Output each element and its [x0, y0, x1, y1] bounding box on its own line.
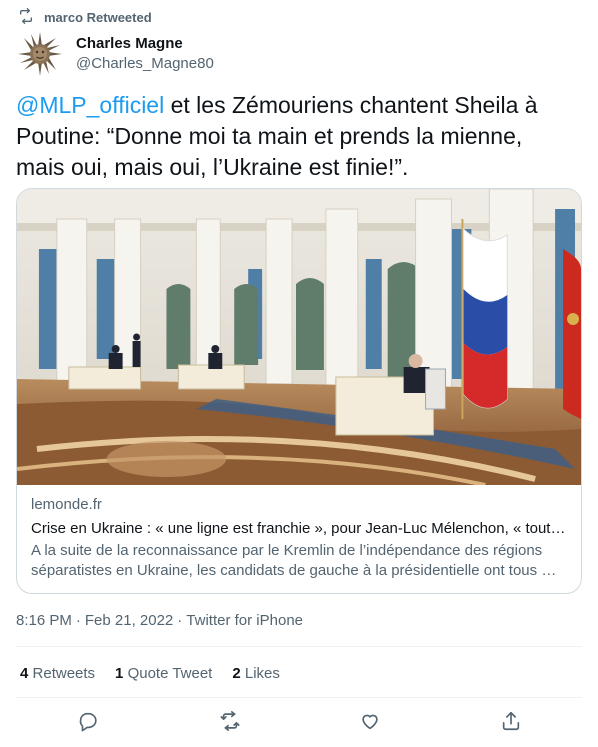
author-display-name[interactable]: Charles Magne: [76, 34, 214, 54]
author-handle[interactable]: @Charles_Magne80: [76, 54, 214, 74]
card-domain: lemonde.fr: [31, 496, 102, 513]
avatar[interactable]: [16, 30, 64, 78]
meta-separator: ·: [75, 612, 81, 629]
card-image: [17, 189, 581, 485]
reply-icon[interactable]: [77, 710, 99, 732]
meta-separator: ·: [177, 612, 183, 629]
heart-icon[interactable]: [359, 710, 381, 732]
tweet-date[interactable]: Feb 21, 2022: [85, 612, 173, 629]
tweet-text: @MLP_officiel et les Zémouriens chantent…: [16, 90, 576, 183]
share-icon[interactable]: [500, 710, 522, 732]
retweets-stat[interactable]: 4 Retweets: [20, 665, 95, 682]
mention-link[interactable]: @MLP_officiel: [16, 92, 164, 118]
tweet-stats: 4 Retweets 1 Quote Tweet 2 Likes: [20, 665, 280, 682]
divider: [16, 646, 582, 647]
tweet-time[interactable]: 8:16 PM: [16, 612, 72, 629]
link-card[interactable]: lemonde.fr Crise en Ukraine : « une lign…: [16, 188, 582, 594]
likes-stat[interactable]: 2 Likes: [232, 665, 280, 682]
retweet-banner: marco Retweeted: [18, 7, 152, 27]
action-bar: [0, 710, 598, 738]
tweet-source[interactable]: Twitter for iPhone: [186, 612, 303, 629]
card-title: Crise en Ukraine : « une ligne est franc…: [31, 520, 567, 537]
divider: [16, 697, 582, 698]
tweet-author: Charles Magne @Charles_Magne80: [16, 30, 214, 78]
retweet-icon: [18, 7, 34, 27]
tweet-metadata: 8:16 PM · Feb 21, 2022 · Twitter for iPh…: [16, 612, 303, 629]
quotes-stat[interactable]: 1 Quote Tweet: [115, 665, 212, 682]
retweet-banner-text[interactable]: marco Retweeted: [44, 10, 152, 25]
card-description: A la suite de la reconnaissance par le K…: [31, 542, 557, 579]
retweet-icon[interactable]: [219, 710, 241, 732]
